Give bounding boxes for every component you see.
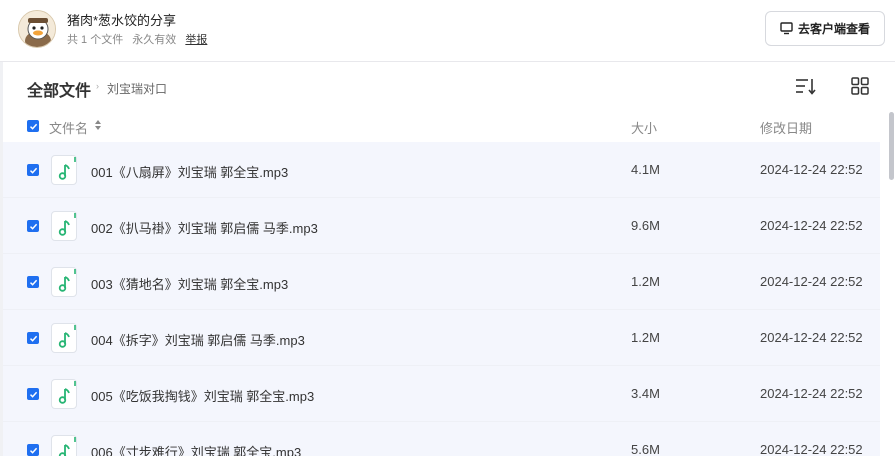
- file-size: 9.6M: [631, 218, 660, 233]
- check-icon: [29, 447, 37, 454]
- select-all-checkbox[interactable]: [27, 120, 39, 132]
- check-icon: [29, 279, 37, 286]
- share-header: 猪肉*葱水饺的分享 共 1 个文件 永久有效 举报 去客户端查看: [0, 0, 895, 62]
- music-file-icon: [51, 267, 77, 297]
- column-name-header[interactable]: 文件名: [49, 118, 88, 137]
- file-date: 2024-12-24 22:52: [760, 386, 863, 401]
- file-size: 1.2M: [631, 330, 660, 345]
- music-file-icon: [51, 435, 77, 456]
- monitor-icon: [780, 22, 793, 35]
- file-list: 001《八扇屏》刘宝瑞 郭全宝.mp3 4.1M 2024-12-24 22:52 0…: [3, 142, 880, 456]
- avatar[interactable]: [18, 10, 56, 48]
- file-name[interactable]: 005《吃饭我掏钱》刘宝瑞 郭全宝.mp3: [91, 386, 314, 405]
- file-checkbox[interactable]: [27, 444, 39, 456]
- name-sort-icon[interactable]: [94, 119, 102, 134]
- validity: 永久有效: [132, 34, 177, 46]
- open-client-button[interactable]: 去客户端查看: [765, 11, 885, 46]
- grid-view-icon: [851, 77, 869, 95]
- file-checkbox[interactable]: [27, 388, 39, 400]
- file-row[interactable]: 003《猜地名》刘宝瑞 郭全宝.mp3 1.2M 2024-12-24 22:52: [3, 254, 880, 310]
- file-size: 3.4M: [631, 386, 660, 401]
- file-count: 共 1 个文件: [67, 34, 124, 46]
- sort-button[interactable]: [795, 76, 817, 96]
- breadcrumb-current: 刘宝瑞对口: [107, 82, 168, 96]
- file-row[interactable]: 002《扒马褂》刘宝瑞 郭启儒 马季.mp3 9.6M 2024-12-24 22:…: [3, 198, 880, 254]
- share-title: 猪肉*葱水饺的分享: [67, 13, 177, 28]
- music-file-icon: [51, 323, 77, 353]
- column-header: 文件名 大小 修改日期: [0, 110, 880, 142]
- report-link[interactable]: 举报: [185, 34, 207, 46]
- open-client-label: 去客户端查看: [797, 22, 870, 36]
- file-name[interactable]: 006《寸步难行》刘宝瑞 郭全宝.mp3: [91, 442, 301, 456]
- file-name[interactable]: 001《八扇屏》刘宝瑞 郭全宝.mp3: [91, 162, 288, 181]
- file-date: 2024-12-24 22:52: [760, 162, 863, 177]
- breadcrumb-separator: ›: [96, 81, 99, 91]
- check-icon: [29, 167, 37, 174]
- file-date: 2024-12-24 22:52: [760, 442, 863, 456]
- file-row[interactable]: 006《寸步难行》刘宝瑞 郭全宝.mp3 5.6M 2024-12-24 22:52: [3, 422, 880, 456]
- breadcrumb-root[interactable]: 全部文件: [27, 77, 91, 101]
- file-size: 4.1M: [631, 162, 660, 177]
- file-checkbox[interactable]: [27, 276, 39, 288]
- check-icon: [29, 335, 37, 342]
- music-file-icon: [51, 211, 77, 241]
- file-name[interactable]: 003《猜地名》刘宝瑞 郭全宝.mp3: [91, 274, 288, 293]
- file-row[interactable]: 005《吃饭我掏钱》刘宝瑞 郭全宝.mp3 3.4M 2024-12-24 22:5…: [3, 366, 880, 422]
- column-date-header[interactable]: 修改日期: [760, 118, 812, 137]
- file-date: 2024-12-24 22:52: [760, 330, 863, 345]
- file-row[interactable]: 001《八扇屏》刘宝瑞 郭全宝.mp3 4.1M 2024-12-24 22:52: [3, 142, 880, 198]
- file-name[interactable]: 004《拆字》刘宝瑞 郭启儒 马季.mp3: [91, 330, 305, 349]
- column-size-header[interactable]: 大小: [631, 118, 657, 137]
- music-file-icon: [51, 379, 77, 409]
- file-checkbox[interactable]: [27, 164, 39, 176]
- file-name[interactable]: 002《扒马褂》刘宝瑞 郭启儒 马季.mp3: [91, 218, 318, 237]
- scrollbar-thumb[interactable]: [889, 112, 894, 180]
- check-icon: [29, 391, 37, 398]
- file-date: 2024-12-24 22:52: [760, 218, 863, 233]
- file-size: 1.2M: [631, 274, 660, 289]
- file-toolbar: 全部文件 › 刘宝瑞对口: [0, 62, 895, 110]
- file-date: 2024-12-24 22:52: [760, 274, 863, 289]
- file-size: 5.6M: [631, 442, 660, 456]
- music-file-icon: [51, 155, 77, 185]
- check-icon: [29, 223, 37, 230]
- file-checkbox[interactable]: [27, 332, 39, 344]
- file-row[interactable]: 004《拆字》刘宝瑞 郭启儒 马季.mp3 1.2M 2024-12-24 22:5…: [3, 310, 880, 366]
- sort-icon: [796, 79, 816, 95]
- duck-avatar-icon: [19, 11, 55, 47]
- file-checkbox[interactable]: [27, 220, 39, 232]
- grid-view-button[interactable]: [850, 76, 870, 96]
- check-icon: [29, 123, 37, 130]
- share-meta: 共 1 个文件 永久有效 举报: [67, 31, 213, 47]
